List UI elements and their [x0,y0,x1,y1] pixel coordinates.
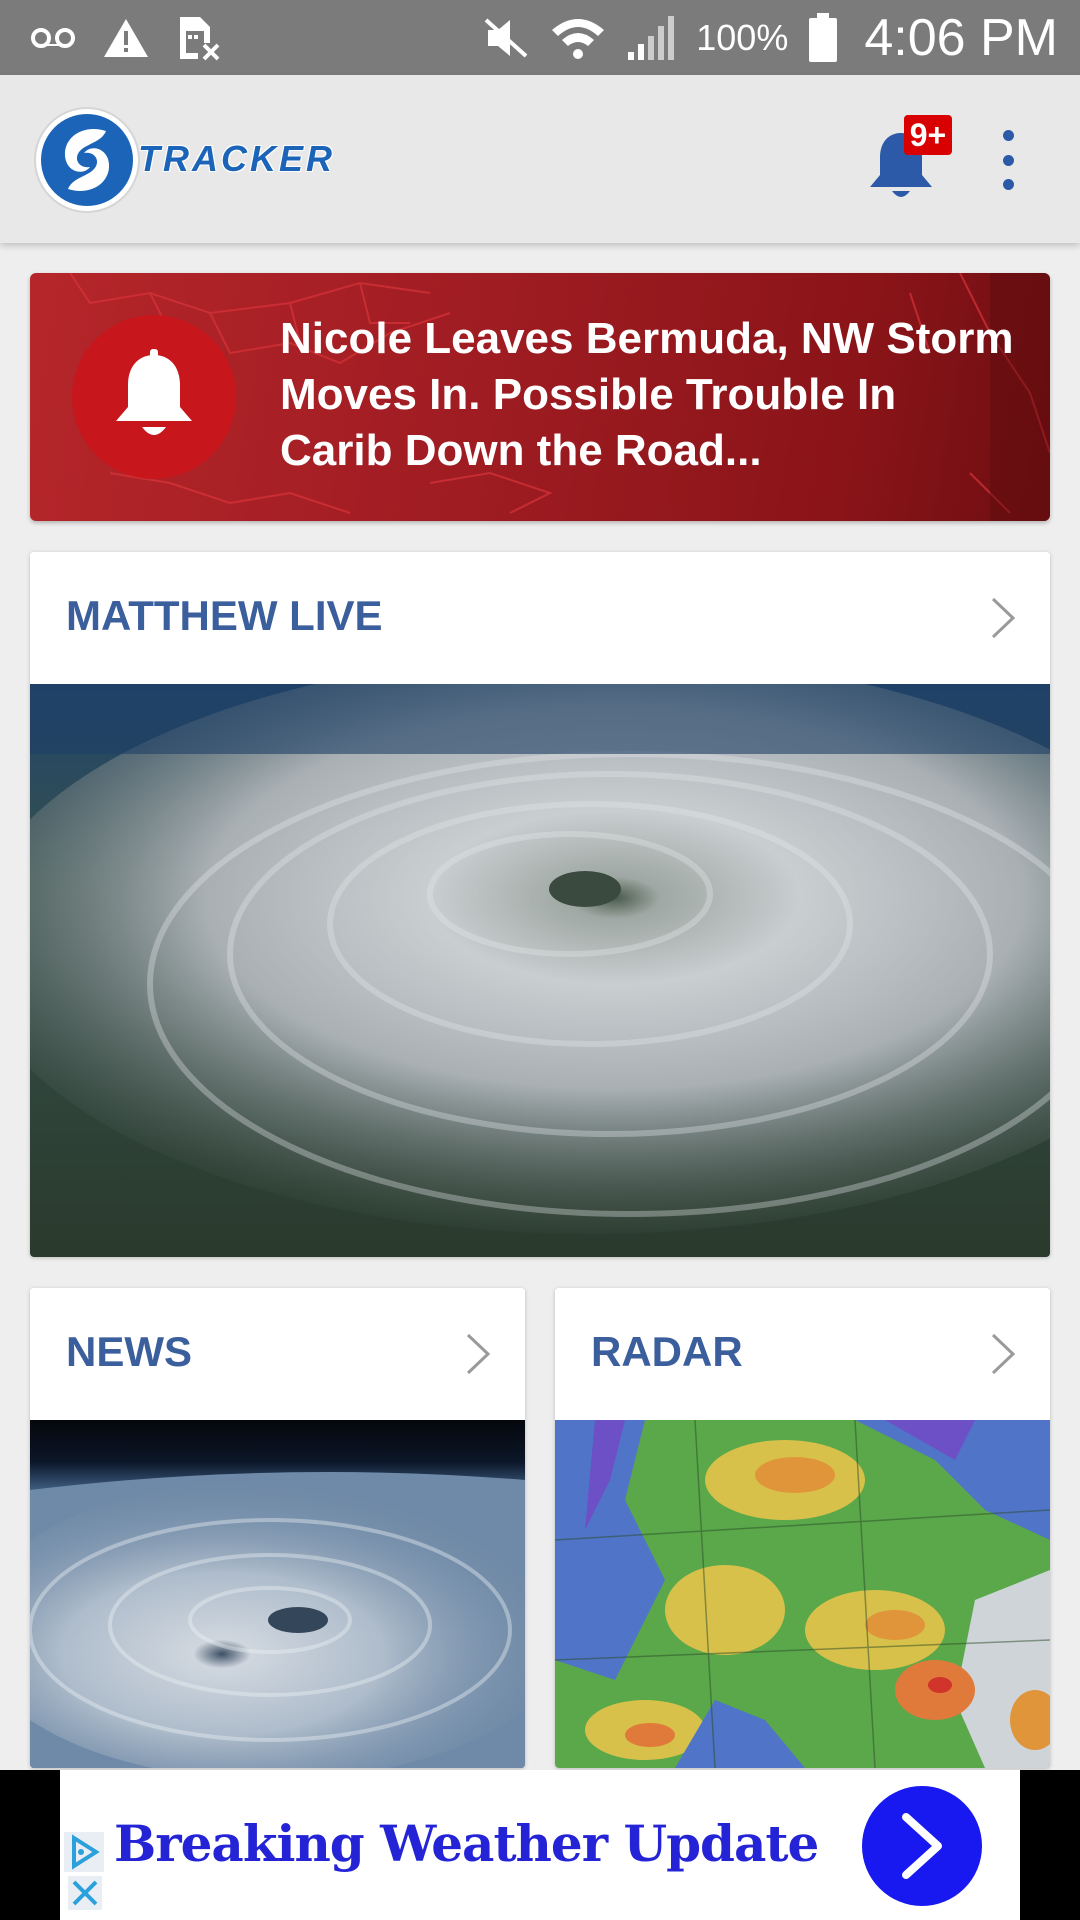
hurricane-logo-icon [34,107,140,213]
chevron-right-icon [466,1333,491,1375]
tracker-logo[interactable]: TRACKER [32,105,372,215]
chevron-right-icon [991,1333,1016,1375]
ad-content[interactable]: Breaking Weather Update [60,1770,1020,1920]
card-header: MATTHEW LIVE [30,552,1050,684]
alert-headline: Nicole Leaves Bermuda, NW Storm Moves In… [280,314,1014,475]
alert-icon-circle [72,315,236,479]
chevron-right-icon [902,1813,942,1879]
bell-icon [116,349,192,435]
battery-percent: 100% [696,16,789,58]
ad-cta-button[interactable] [862,1786,982,1906]
sim-off-icon [176,15,222,61]
card-title: RADAR [591,1328,743,1375]
chevron-right-icon [991,597,1016,639]
signal-icon [626,14,676,62]
wifi-icon [550,16,606,60]
radar-map-image [555,1420,1050,1768]
status-bar: 100% 4:06 PM [0,0,1080,75]
logo-text: TRACKER [138,138,335,179]
alert-banner[interactable]: Nicole Leaves Bermuda, NW Storm Moves In… [30,273,1050,521]
card-header: NEWS [30,1288,525,1420]
overflow-menu-button[interactable] [990,130,1026,190]
warning-icon [102,17,150,59]
mute-icon [482,16,530,60]
adchoices-icon[interactable] [64,1832,104,1872]
close-icon[interactable] [68,1876,102,1910]
app-bar: TRACKER 9+ [0,75,1080,243]
notification-badge: 9+ [904,115,952,155]
news-storm-image [30,1420,525,1768]
news-card[interactable]: NEWS [30,1288,525,1768]
battery-icon [808,12,838,63]
ad-banner: Breaking Weather Update [0,1770,1080,1920]
ad-headline[interactable]: Breaking Weather Update [114,1814,819,1873]
dot [1002,154,1014,166]
dot [1002,130,1014,141]
radar-card[interactable]: RADAR [555,1288,1050,1768]
card-title: MATTHEW LIVE [66,592,383,639]
matthew-live-card[interactable]: MATTHEW LIVE [30,552,1050,1257]
clock: 4:06 PM [864,8,1058,67]
card-title: NEWS [66,1328,192,1375]
voicemail-icon [30,23,76,53]
hurricane-satellite-image [30,684,1050,1257]
notifications-button[interactable]: 9+ [866,115,956,205]
card-header: RADAR [555,1288,1050,1420]
dot [1002,179,1014,190]
